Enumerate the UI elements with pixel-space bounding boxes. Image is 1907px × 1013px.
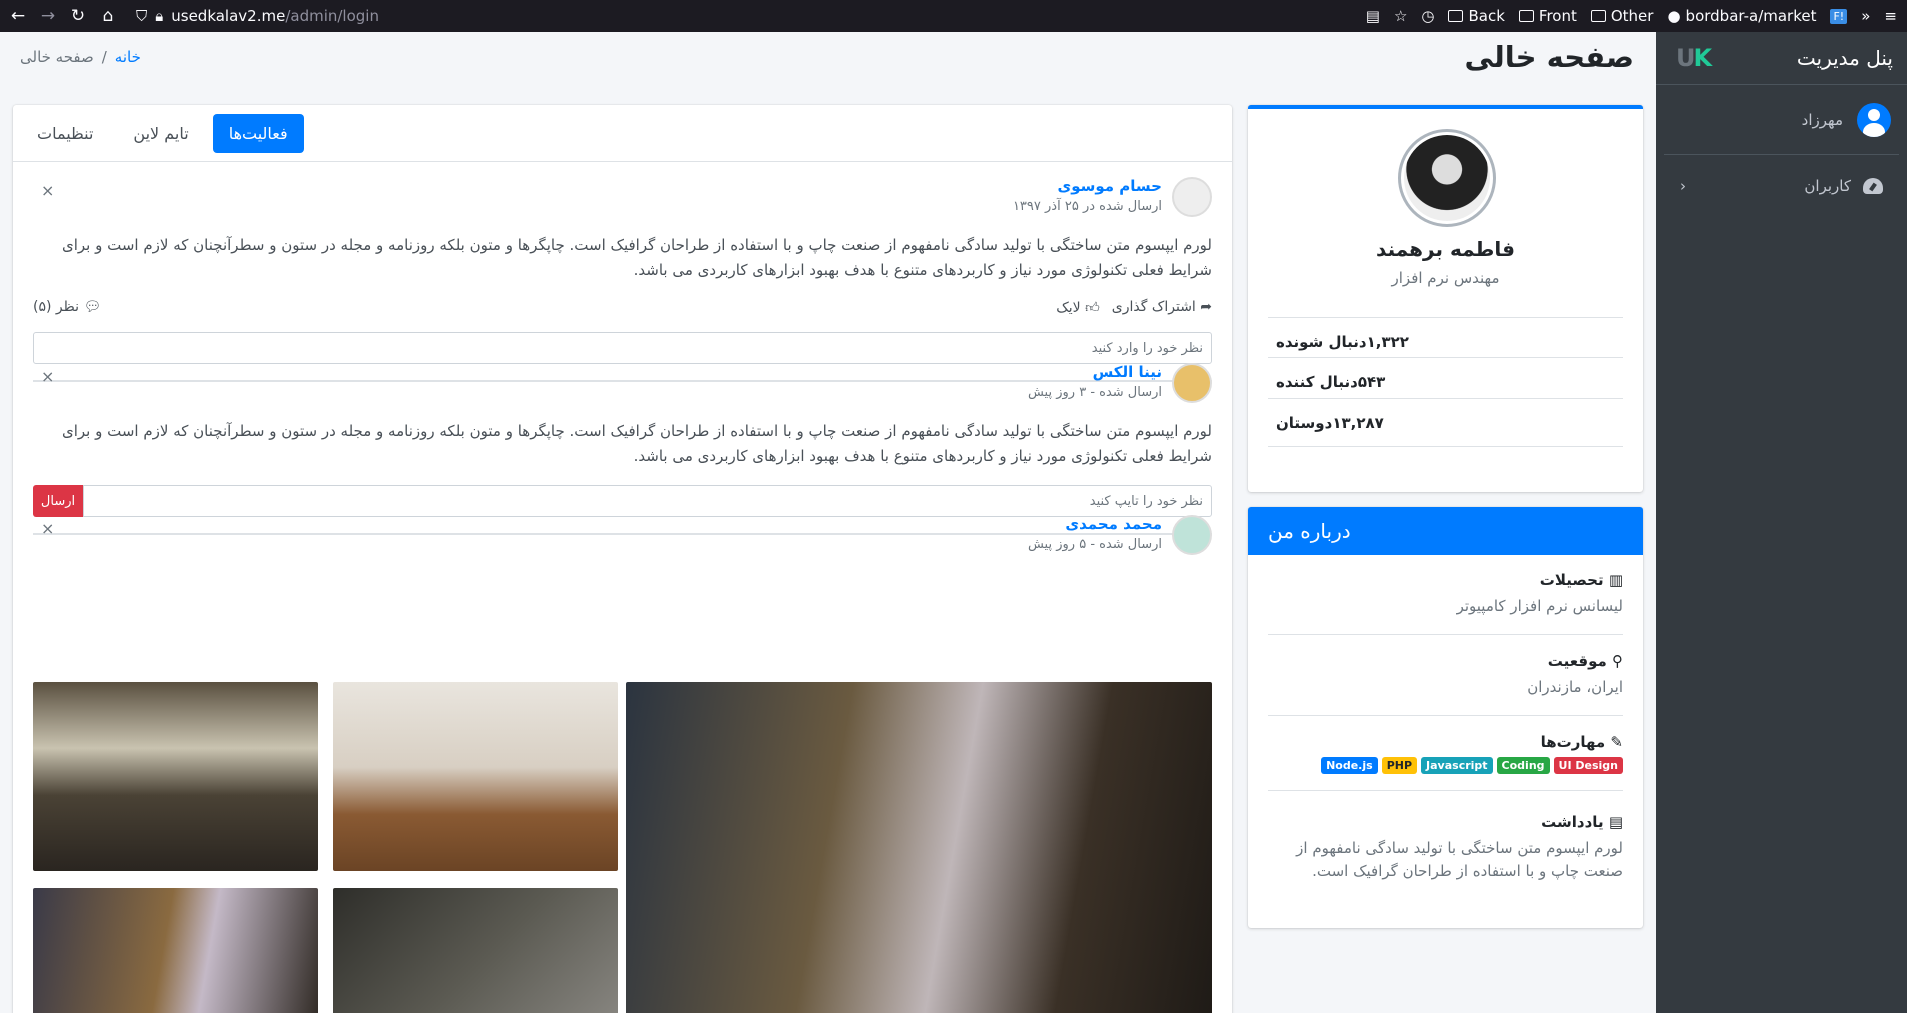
post: محمد محمدی ارسال شده - ۵ روز پیش ×	[33, 515, 1212, 559]
breadcrumb-home[interactable]: خانه	[115, 48, 141, 66]
activity-card: فعالیت‌ها تایم لاین تنظیمات حسام موسوی ار…	[13, 105, 1232, 1013]
post-date: ارسال شده در ۲۵ آذر ۱۳۹۷	[1012, 199, 1162, 214]
brand-link[interactable]: UK پنل مدیریت	[1656, 32, 1907, 85]
skill-badge: Coding	[1496, 757, 1550, 774]
like-link[interactable]: 👍︎ لایک	[1056, 299, 1100, 316]
url-host: usedkalav2.me	[171, 7, 286, 25]
address-bar[interactable]: ⛉ 🔒︎ usedkalav2.me/admin/login	[136, 7, 379, 25]
tab-activity[interactable]: فعالیت‌ها	[212, 113, 304, 153]
skill-badge: Javascript	[1421, 757, 1493, 774]
post-date: ارسال شده - ۳ روز پیش	[1027, 385, 1162, 400]
send-button[interactable]: ارسال	[33, 485, 83, 517]
photo-portrait[interactable]	[333, 888, 618, 1013]
tab-settings[interactable]: تنظیمات	[21, 114, 109, 153]
photo-canal[interactable]	[33, 682, 318, 871]
photo-street[interactable]	[626, 682, 1212, 1013]
tabs: فعالیت‌ها تایم لاین تنظیمات	[13, 105, 1232, 162]
pencil-icon: ✎	[1610, 733, 1623, 751]
profile-role: مهندس نرم افزار	[1391, 269, 1500, 287]
thumbs-up-icon: 👍︎	[1085, 300, 1100, 316]
breadcrumb-separator: /	[101, 48, 107, 66]
comment-input[interactable]: نظر خود را تایپ کنید	[83, 485, 1212, 517]
post-date: ارسال شده - ۵ روز پیش	[1027, 537, 1162, 552]
lock-icon: 🔒︎	[155, 7, 164, 25]
reload-icon[interactable]: ↻	[66, 4, 90, 28]
home-icon[interactable]: ⌂	[96, 4, 120, 28]
profile-name: فاطمه برهمند	[1376, 237, 1515, 261]
skill-badge: PHP	[1381, 757, 1418, 774]
post-username[interactable]: حسام موسوی	[1013, 177, 1162, 195]
reader-icon[interactable]: ▤	[1366, 7, 1380, 25]
close-icon[interactable]: ×	[41, 367, 54, 386]
breadcrumb-current: صفحه خالی	[20, 48, 94, 66]
sidebar-item-label: کاربران	[1804, 177, 1851, 195]
brand-text: پنل مدیریت	[1796, 46, 1893, 70]
map-marker-icon: ⚲	[1612, 652, 1623, 670]
breadcrumb: خانه / صفحه خالی	[20, 48, 141, 66]
skill-badge: Node.js	[1321, 757, 1378, 774]
about-notes: ▤ یادداشت لورم ایپسوم متن ساختگی با تولی…	[1296, 813, 1623, 880]
profile-card: فاطمه برهمند مهندس نرم افزار ۱,۳۲۲ دنبال …	[1248, 105, 1643, 492]
close-icon[interactable]: ×	[41, 519, 54, 538]
user-name: مهرزاد	[1801, 110, 1843, 129]
forward-icon[interactable]: →	[36, 4, 60, 28]
user-avatar-icon	[1857, 102, 1891, 137]
dashboard-icon	[1863, 178, 1883, 194]
comment-input[interactable]: نظر خود را وارد کنید	[33, 332, 1212, 364]
menu-icon[interactable]: ≡	[1884, 7, 1897, 25]
skill-badges: UI Design Coding Javascript PHP Node.js	[1268, 757, 1623, 774]
browser-toolbar: ← → ↻ ⌂ ⛉ 🔒︎ usedkalav2.me/admin/login ▤…	[0, 0, 1907, 32]
star-icon[interactable]: ☆	[1394, 7, 1407, 25]
post-username[interactable]: محمد محمدی	[1028, 515, 1162, 533]
about-title: درباره من	[1248, 507, 1643, 555]
avatar	[1172, 363, 1212, 403]
bookmark-other[interactable]: Other	[1590, 7, 1653, 25]
stat-friends: ۱۳,۲۸۷ دوستان	[1268, 398, 1623, 447]
post-body: لورم ایپسوم متن ساختگی با تولید سادگی نا…	[61, 236, 1212, 279]
about-skills: ✎ مهارت‌ها UI Design Coding Javascript PHP N…	[1268, 733, 1623, 791]
book-icon: ▥	[1608, 571, 1623, 589]
post: حسام موسوی ارسال شده در ۲۵ آذر ۱۳۹۷ × لور…	[33, 177, 1212, 382]
about-card: درباره من ▥ تحصیلات لیسانس نرم افزار کام…	[1248, 507, 1643, 928]
photo-gallery	[33, 682, 1212, 1013]
close-icon[interactable]: ×	[41, 181, 54, 200]
comments-icon: 💬︎	[83, 299, 102, 315]
tab-timeline[interactable]: تایم لاین	[117, 114, 204, 153]
sidebar-item-users[interactable]: کاربران ‹	[1664, 163, 1899, 209]
folder-icon	[1448, 10, 1464, 22]
post-username[interactable]: نینا الکس	[1028, 363, 1162, 381]
post-body: لورم ایپسوم متن ساختگی با تولید سادگی نا…	[61, 422, 1212, 465]
share-icon: ➦	[1200, 299, 1212, 315]
about-location: ⚲ موقعیت ایران، مازندران	[1268, 652, 1623, 716]
bookmark-front[interactable]: Front	[1518, 7, 1577, 25]
github-icon: ●	[1667, 7, 1681, 25]
post: نینا الکس ارسال شده - ۳ روز پیش × لورم ای…	[33, 363, 1212, 535]
url-path: /admin/login	[285, 7, 379, 25]
profile-avatar	[1398, 129, 1496, 227]
avatar	[1172, 177, 1212, 217]
folder-icon	[1590, 10, 1606, 22]
share-link[interactable]: ➦ اشتراک گذاری	[1112, 299, 1212, 316]
page-title: صفحه خالی	[1464, 40, 1635, 74]
user-panel[interactable]: مهرزاد	[1664, 85, 1899, 155]
sidebar: UK پنل مدیریت مهرزاد کاربران ‹	[1656, 32, 1907, 1013]
extension-icon[interactable]: F!	[1830, 8, 1848, 24]
photo-alley[interactable]	[33, 888, 318, 1013]
back-icon[interactable]: ←	[6, 4, 30, 28]
bookmark-github[interactable]: ● bordbar-a/market	[1667, 7, 1816, 25]
bookmark-back[interactable]: Back	[1448, 7, 1505, 25]
chevron-left-icon: ‹	[1680, 177, 1686, 195]
brand-logo: UK	[1676, 44, 1712, 72]
file-icon: ▤	[1608, 813, 1623, 831]
overflow-icon[interactable]: »	[1861, 7, 1870, 25]
skill-badge: UI Design	[1553, 757, 1623, 774]
about-education: ▥ تحصیلات لیسانس نرم افزار کامپیوتر	[1268, 571, 1623, 635]
folder-icon	[1518, 10, 1534, 22]
avatar	[1172, 515, 1212, 555]
comments-link[interactable]: 💬︎ نظر (۵)	[33, 299, 101, 316]
photo-dining-room[interactable]	[333, 682, 618, 871]
history-icon[interactable]: ◷	[1421, 7, 1434, 25]
main-content: صفحه خالی خانه / صفحه خالی فاطمه برهمند مه…	[0, 32, 1656, 1013]
shield-icon: ⛉	[136, 7, 148, 25]
